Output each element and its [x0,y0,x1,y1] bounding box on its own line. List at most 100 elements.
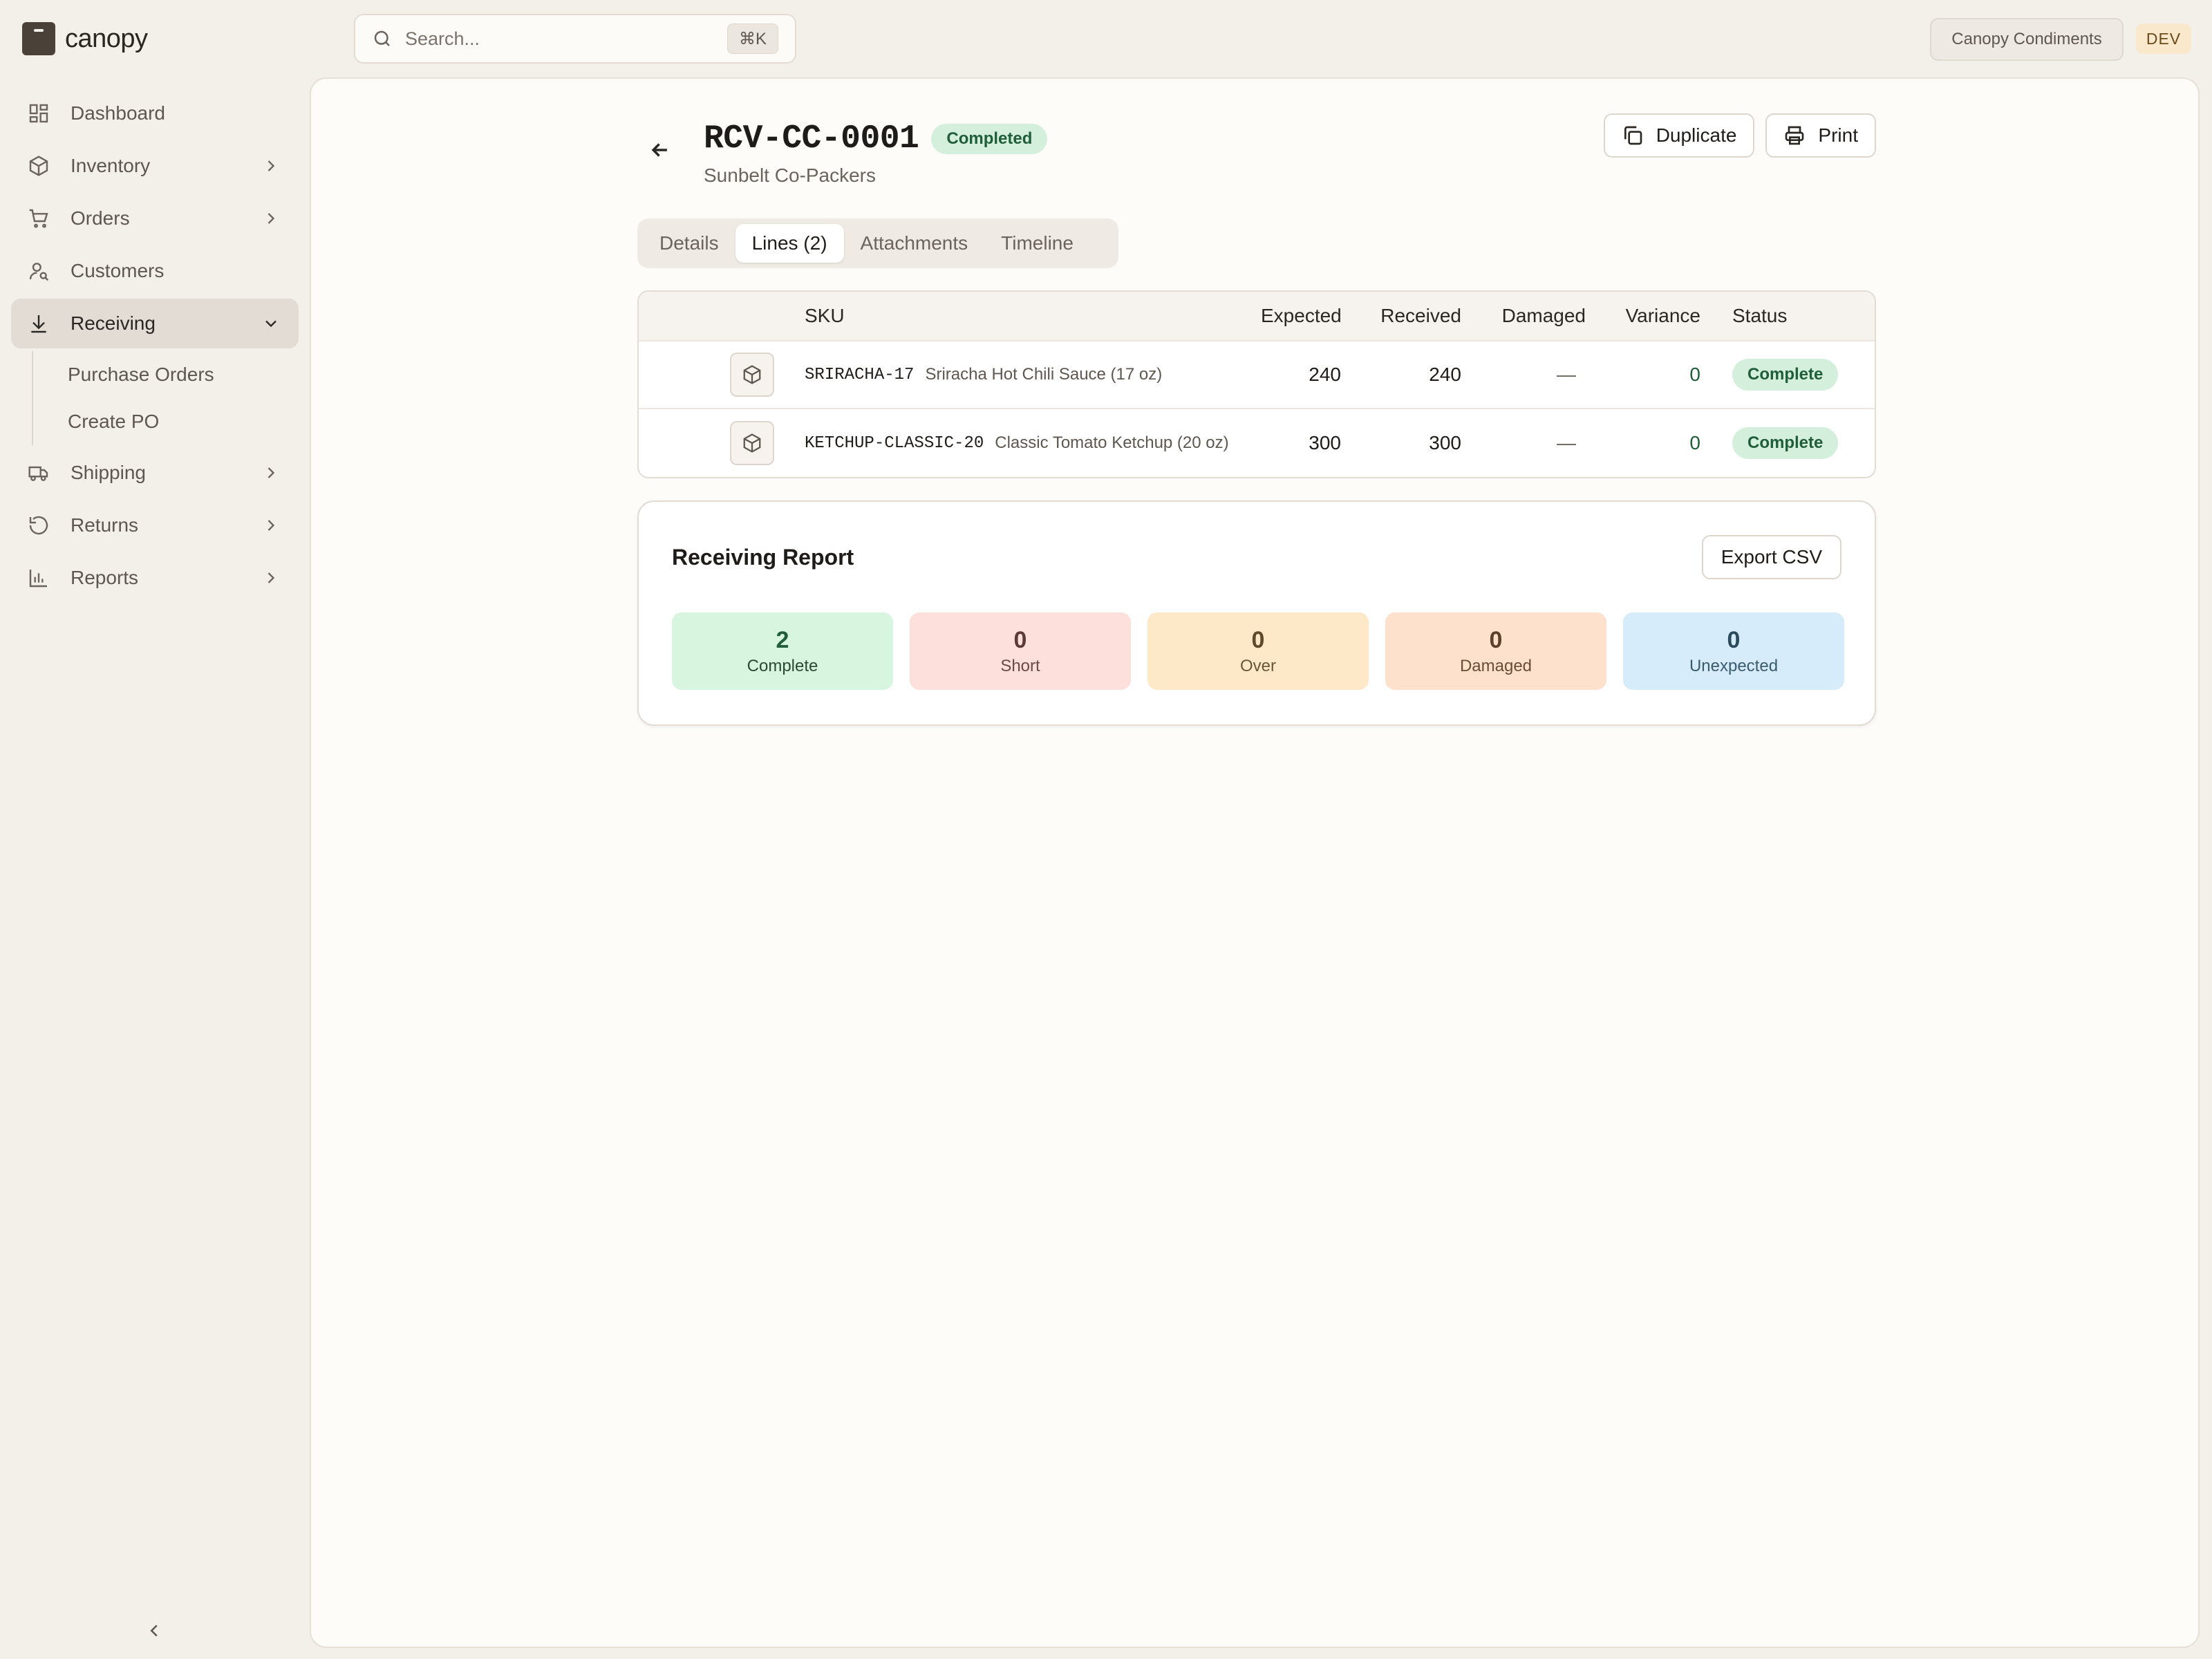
sidebar-nav: Dashboard Inventory Orders Customers Rec… [11,88,299,606]
export-csv-button[interactable]: Export CSV [1701,535,1841,579]
tab-lines[interactable]: Lines (2) [735,224,844,263]
copy-icon [1624,126,1642,145]
received-qty: 240 [1429,364,1461,385]
damaged-qty: — [1557,364,1576,385]
chevron-down-icon [261,314,281,333]
product-name: Classic Tomato Ketchup (20 oz) [995,433,1229,452]
chevron-right-icon [261,209,281,228]
stat-value: 0 [1251,626,1265,653]
col-variance[interactable]: Variance [1586,305,1700,327]
env-badge: DEV [2136,24,2191,54]
receiving-report: Receiving Report Export CSV 2 Complete 0… [637,500,1876,726]
duplicate-button[interactable]: Duplicate [1603,113,1755,158]
col-expected[interactable]: Expected [1261,305,1342,327]
print-button[interactable]: Print [1765,113,1876,158]
sidebar-item-label: Customers [71,260,165,281]
sidebar-subitem-create-po[interactable]: Create PO [33,398,299,445]
chevron-right-icon [261,156,281,176]
back-button[interactable] [648,138,676,166]
sidebar-item-label: Returns [71,514,139,536]
printer-icon [1785,126,1804,145]
download-icon [28,312,50,335]
variance-qty: 0 [1689,364,1700,385]
sidebar-item-returns[interactable]: Returns [11,500,299,550]
table-row[interactable]: SRIRACHA-17 Sriracha Hot Chili Sauce (17… [639,341,1875,409]
sidebar-item-label: Dashboard [71,102,165,124]
logo-icon [22,22,55,55]
sku-code: KETCHUP-CLASSIC-20 [805,433,984,453]
chevron-right-icon [261,516,281,535]
stat-value: 0 [1489,626,1503,653]
search-shortcut: ⌘K [727,24,778,54]
search-input[interactable]: Search... [405,28,727,50]
sidebar-subitem-purchase-orders[interactable]: Purchase Orders [33,351,299,398]
global-search[interactable]: Search... ⌘K [354,14,796,64]
cart-icon [28,207,50,229]
page-title: RCV-CC-0001 [704,120,919,158]
detail-tabs: Details Lines (2) Attachments Timeline [637,218,1118,268]
stat-over: 0 Over [1147,612,1369,690]
received-qty: 300 [1429,432,1461,453]
product-name: Sriracha Hot Chili Sauce (17 oz) [925,365,1163,384]
truck-icon [28,462,50,484]
stat-value: 2 [776,626,789,653]
tab-timeline[interactable]: Timeline [984,224,1090,263]
org-switcher-button[interactable]: Canopy Condiments [1930,18,2124,61]
search-icon [372,28,393,49]
stat-complete: 2 Complete [672,612,893,690]
sidebar-item-shipping[interactable]: Shipping [11,448,299,498]
report-title: Receiving Report [672,545,854,570]
app-logo[interactable]: canopy [22,21,148,57]
variance-qty: 0 [1689,432,1700,453]
stat-value: 0 [1013,626,1027,653]
package-icon [730,353,774,397]
customers-icon [28,260,50,282]
app-name: canopy [65,24,148,53]
arrow-left-icon [651,143,667,157]
expected-qty: 240 [1309,364,1341,385]
sidebar-item-inventory[interactable]: Inventory [11,141,299,191]
collapse-sidebar-button[interactable] [144,1620,165,1641]
stat-label: Over [1239,656,1276,675]
title-row: RCV-CC-0001 Completed [704,120,1048,158]
sidebar-item-reports[interactable]: Reports [11,553,299,603]
chevron-left-icon [150,1624,158,1637]
stat-label: Unexpected [1689,656,1779,675]
expected-qty: 300 [1309,432,1341,453]
main-panel: RCV-CC-0001 Completed Sunbelt Co-Packers… [310,77,2200,1648]
supplier-name: Sunbelt Co-Packers [704,165,877,186]
col-damaged[interactable]: Damaged [1461,305,1586,327]
sidebar-item-dashboard[interactable]: Dashboard [11,88,299,138]
sidebar-item-customers[interactable]: Customers [11,246,299,296]
stat-damaged: 0 Damaged [1385,612,1606,690]
sidebar-item-label: Shipping [71,462,146,483]
stat-label: Short [1000,656,1040,675]
report-stats: 2 Complete 0 Short 0 Over 0 Damaged 0 Un… [672,612,1844,690]
table-row[interactable]: KETCHUP-CLASSIC-20 Classic Tomato Ketchu… [639,409,1875,477]
damaged-qty: — [1557,432,1576,453]
col-received[interactable]: Received [1341,305,1461,327]
sidebar-item-label: Reports [71,567,139,588]
chevron-right-icon [261,568,281,588]
col-status[interactable]: Status [1700,305,1866,327]
print-label: Print [1818,124,1858,146]
stat-label: Complete [747,656,818,675]
returns-icon [28,514,50,536]
sidebar: canopy Dashboard Inventory Orders Custom… [0,0,310,1659]
tab-attachments[interactable]: Attachments [844,224,985,263]
duplicate-label: Duplicate [1656,124,1737,146]
stat-short: 0 Short [910,612,1131,690]
stat-unexpected: 0 Unexpected [1623,612,1844,690]
stat-label: Damaged [1459,656,1533,675]
sku-code: SRIRACHA-17 [805,365,915,384]
tab-details[interactable]: Details [643,224,735,263]
stat-value: 0 [1727,626,1741,653]
sidebar-item-label: Orders [71,207,130,229]
sidebar-item-label: Inventory [71,155,151,176]
sidebar-item-label: Receiving [71,312,156,334]
col-sku[interactable]: SKU [777,305,1261,327]
table-header: SKU Expected Received Damaged Variance S… [639,292,1875,341]
sidebar-item-orders[interactable]: Orders [11,194,299,243]
box-icon [28,155,50,177]
sidebar-item-receiving[interactable]: Receiving [11,299,299,348]
